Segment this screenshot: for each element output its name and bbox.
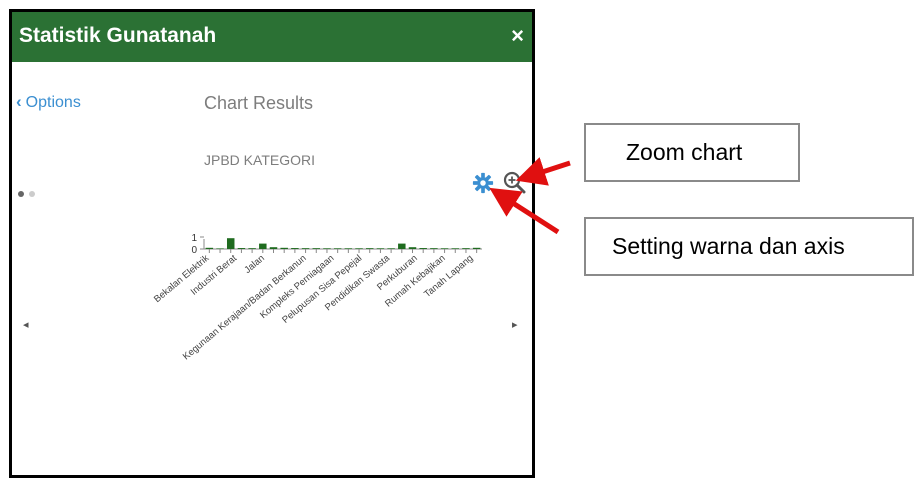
setting-arrow (489, 187, 560, 235)
annotation-arrows (489, 157, 571, 235)
zoom-arrow (515, 157, 571, 186)
